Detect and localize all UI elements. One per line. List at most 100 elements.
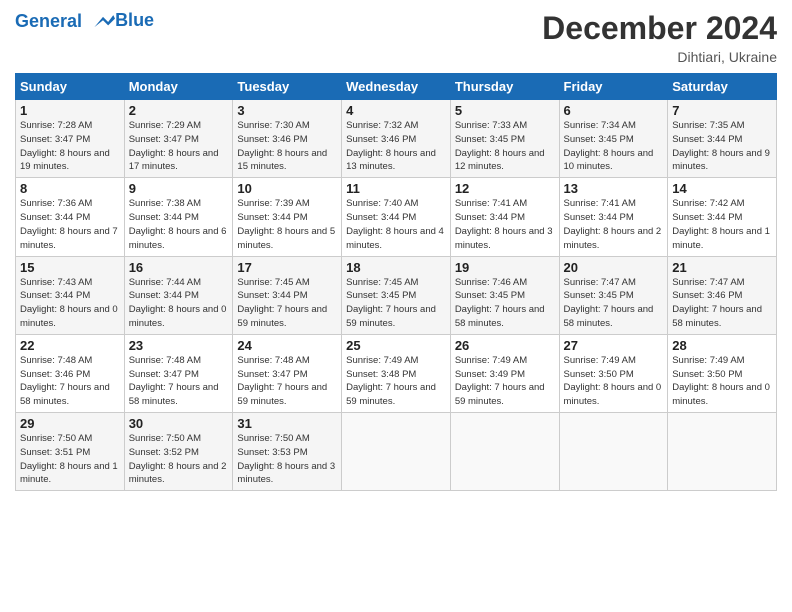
cell-sunset: Sunset: 3:44 PM — [564, 212, 634, 223]
cell-daylight: Daylight: 8 hours and 7 minutes. — [20, 226, 118, 251]
cell-daylight: Daylight: 8 hours and 6 minutes. — [129, 226, 227, 251]
day-number: 23 — [129, 338, 229, 353]
calendar-cell: 28 Sunrise: 7:49 AM Sunset: 3:50 PM Dayl… — [668, 334, 777, 412]
cell-sunset: Sunset: 3:44 PM — [20, 212, 90, 223]
cell-sunset: Sunset: 3:50 PM — [672, 369, 742, 380]
day-number: 18 — [346, 260, 446, 275]
cell-sunset: Sunset: 3:44 PM — [672, 134, 742, 145]
calendar-week-row: 8 Sunrise: 7:36 AM Sunset: 3:44 PM Dayli… — [16, 178, 777, 256]
calendar-cell — [668, 413, 777, 491]
cell-sunrise: Sunrise: 7:29 AM — [129, 120, 201, 131]
calendar-week-row: 22 Sunrise: 7:48 AM Sunset: 3:46 PM Dayl… — [16, 334, 777, 412]
cell-sunrise: Sunrise: 7:50 AM — [20, 433, 92, 444]
calendar-cell — [559, 413, 668, 491]
cell-sunset: Sunset: 3:44 PM — [237, 212, 307, 223]
calendar-cell: 2 Sunrise: 7:29 AM Sunset: 3:47 PM Dayli… — [124, 100, 233, 178]
logo-general: General — [15, 11, 82, 31]
cell-sunset: Sunset: 3:44 PM — [455, 212, 525, 223]
calendar-cell: 23 Sunrise: 7:48 AM Sunset: 3:47 PM Dayl… — [124, 334, 233, 412]
day-header-thursday: Thursday — [450, 74, 559, 100]
cell-daylight: Daylight: 8 hours and 2 minutes. — [564, 226, 662, 251]
cell-sunrise: Sunrise: 7:41 AM — [564, 198, 636, 209]
day-number: 30 — [129, 416, 229, 431]
cell-sunset: Sunset: 3:47 PM — [129, 369, 199, 380]
calendar-cell: 18 Sunrise: 7:45 AM Sunset: 3:45 PM Dayl… — [342, 256, 451, 334]
day-header-tuesday: Tuesday — [233, 74, 342, 100]
day-number: 17 — [237, 260, 337, 275]
cell-daylight: Daylight: 8 hours and 13 minutes. — [346, 148, 436, 173]
cell-daylight: Daylight: 7 hours and 59 minutes. — [237, 304, 327, 329]
calendar-cell: 29 Sunrise: 7:50 AM Sunset: 3:51 PM Dayl… — [16, 413, 125, 491]
calendar-cell: 12 Sunrise: 7:41 AM Sunset: 3:44 PM Dayl… — [450, 178, 559, 256]
cell-sunrise: Sunrise: 7:43 AM — [20, 277, 92, 288]
cell-sunrise: Sunrise: 7:39 AM — [237, 198, 309, 209]
calendar-cell — [450, 413, 559, 491]
cell-sunrise: Sunrise: 7:40 AM — [346, 198, 418, 209]
cell-sunset: Sunset: 3:52 PM — [129, 447, 199, 458]
calendar-cell: 1 Sunrise: 7:28 AM Sunset: 3:47 PM Dayli… — [16, 100, 125, 178]
cell-daylight: Daylight: 8 hours and 2 minutes. — [129, 461, 227, 486]
calendar-cell: 17 Sunrise: 7:45 AM Sunset: 3:44 PM Dayl… — [233, 256, 342, 334]
day-number: 29 — [20, 416, 120, 431]
calendar-cell — [342, 413, 451, 491]
cell-daylight: Daylight: 7 hours and 58 minutes. — [564, 304, 654, 329]
cell-daylight: Daylight: 8 hours and 17 minutes. — [129, 148, 219, 173]
calendar-week-row: 15 Sunrise: 7:43 AM Sunset: 3:44 PM Dayl… — [16, 256, 777, 334]
cell-sunrise: Sunrise: 7:49 AM — [564, 355, 636, 366]
calendar-cell: 20 Sunrise: 7:47 AM Sunset: 3:45 PM Dayl… — [559, 256, 668, 334]
cell-sunset: Sunset: 3:46 PM — [20, 369, 90, 380]
day-number: 7 — [672, 103, 772, 118]
day-number: 19 — [455, 260, 555, 275]
day-header-saturday: Saturday — [668, 74, 777, 100]
cell-sunset: Sunset: 3:50 PM — [564, 369, 634, 380]
calendar-cell: 8 Sunrise: 7:36 AM Sunset: 3:44 PM Dayli… — [16, 178, 125, 256]
logo-bird-icon — [91, 10, 115, 34]
cell-daylight: Daylight: 8 hours and 3 minutes. — [455, 226, 553, 251]
day-header-friday: Friday — [559, 74, 668, 100]
calendar-cell: 10 Sunrise: 7:39 AM Sunset: 3:44 PM Dayl… — [233, 178, 342, 256]
day-number: 15 — [20, 260, 120, 275]
calendar-cell: 15 Sunrise: 7:43 AM Sunset: 3:44 PM Dayl… — [16, 256, 125, 334]
day-number: 31 — [237, 416, 337, 431]
day-number: 3 — [237, 103, 337, 118]
day-number: 9 — [129, 181, 229, 196]
day-number: 5 — [455, 103, 555, 118]
cell-sunrise: Sunrise: 7:47 AM — [672, 277, 744, 288]
cell-daylight: Daylight: 7 hours and 58 minutes. — [672, 304, 762, 329]
day-header-sunday: Sunday — [16, 74, 125, 100]
cell-sunrise: Sunrise: 7:45 AM — [237, 277, 309, 288]
cell-sunrise: Sunrise: 7:36 AM — [20, 198, 92, 209]
logo: General Blue — [15, 10, 154, 34]
calendar-cell: 30 Sunrise: 7:50 AM Sunset: 3:52 PM Dayl… — [124, 413, 233, 491]
cell-daylight: Daylight: 7 hours and 59 minutes. — [455, 382, 545, 407]
page-header: General Blue December 2024 Dihtiari, Ukr… — [15, 10, 777, 65]
cell-sunrise: Sunrise: 7:45 AM — [346, 277, 418, 288]
cell-daylight: Daylight: 8 hours and 1 minute. — [20, 461, 118, 486]
cell-daylight: Daylight: 8 hours and 19 minutes. — [20, 148, 110, 173]
day-number: 21 — [672, 260, 772, 275]
calendar-cell: 14 Sunrise: 7:42 AM Sunset: 3:44 PM Dayl… — [668, 178, 777, 256]
cell-daylight: Daylight: 8 hours and 4 minutes. — [346, 226, 444, 251]
cell-daylight: Daylight: 8 hours and 0 minutes. — [129, 304, 227, 329]
cell-sunrise: Sunrise: 7:34 AM — [564, 120, 636, 131]
calendar-cell: 25 Sunrise: 7:49 AM Sunset: 3:48 PM Dayl… — [342, 334, 451, 412]
cell-sunset: Sunset: 3:46 PM — [237, 134, 307, 145]
day-header-monday: Monday — [124, 74, 233, 100]
cell-sunset: Sunset: 3:47 PM — [129, 134, 199, 145]
calendar-cell: 9 Sunrise: 7:38 AM Sunset: 3:44 PM Dayli… — [124, 178, 233, 256]
location: Dihtiari, Ukraine — [542, 49, 777, 65]
cell-daylight: Daylight: 8 hours and 9 minutes. — [672, 148, 770, 173]
cell-daylight: Daylight: 7 hours and 59 minutes. — [346, 382, 436, 407]
cell-sunrise: Sunrise: 7:49 AM — [346, 355, 418, 366]
cell-sunrise: Sunrise: 7:49 AM — [672, 355, 744, 366]
day-number: 27 — [564, 338, 664, 353]
day-number: 26 — [455, 338, 555, 353]
cell-daylight: Daylight: 8 hours and 10 minutes. — [564, 148, 654, 173]
calendar-cell: 4 Sunrise: 7:32 AM Sunset: 3:46 PM Dayli… — [342, 100, 451, 178]
day-number: 13 — [564, 181, 664, 196]
calendar-cell: 22 Sunrise: 7:48 AM Sunset: 3:46 PM Dayl… — [16, 334, 125, 412]
day-number: 1 — [20, 103, 120, 118]
cell-sunrise: Sunrise: 7:35 AM — [672, 120, 744, 131]
cell-sunset: Sunset: 3:45 PM — [455, 134, 525, 145]
cell-daylight: Daylight: 8 hours and 15 minutes. — [237, 148, 327, 173]
